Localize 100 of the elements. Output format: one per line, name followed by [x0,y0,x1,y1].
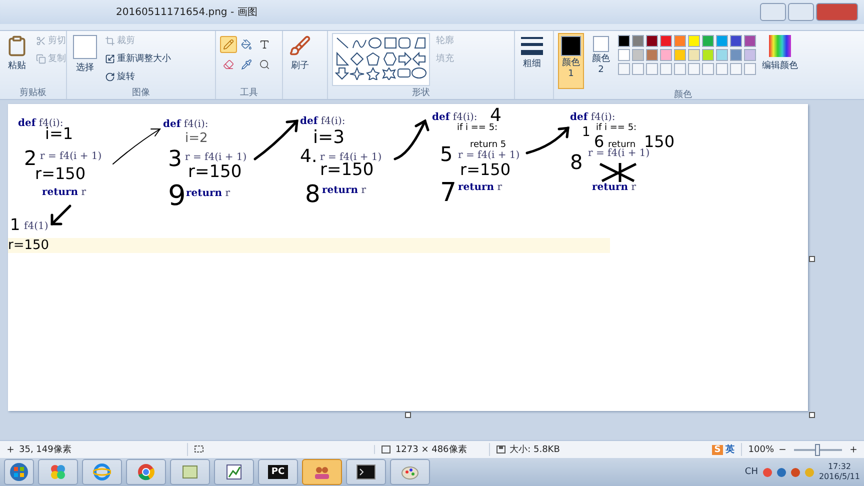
arrow-drawing [526,126,570,154]
rotate-button[interactable]: 旋转 [103,69,173,84]
arrow-drawing [50,204,72,226]
handwritten-note: r=150 [35,166,86,182]
code-text: r = f4(i + 1) [458,151,520,161]
handwritten-note: r=150 [8,239,50,252]
palette-swatch[interactable] [702,35,714,47]
handwritten-note: r=150 [320,162,374,179]
arrow-drawing [254,120,298,160]
clipboard-icon [6,35,28,57]
handwritten-note: 8 [305,182,320,206]
handwritten-note: 2 [24,148,37,168]
zoom-thumb[interactable] [815,444,820,456]
empty-swatch[interactable] [660,63,672,75]
resize-handle[interactable] [809,412,815,418]
copy-icon [36,54,46,64]
group-label: 形状 [411,87,431,99]
handwritten-note: 150 [644,134,675,150]
minimize-button[interactable] [760,3,786,21]
palette-swatch[interactable] [646,49,658,61]
code-text: f4(1) [24,222,48,232]
empty-swatch[interactable] [688,63,700,75]
palette-swatch[interactable] [660,49,672,61]
palette-swatch[interactable] [730,35,742,47]
pycharm-icon: PC [268,465,288,479]
close-button[interactable] [816,3,858,21]
select-button[interactable]: 选择 [71,33,99,76]
palette-swatch[interactable] [674,49,686,61]
handwritten-note: 8 [570,152,583,172]
palette-swatch[interactable] [646,35,658,47]
handwritten-note: 9 [168,182,186,210]
handwritten-note: 1 [10,217,20,233]
empty-swatch[interactable] [632,63,644,75]
color-slot-button[interactable]: 颜色 1 [558,33,584,89]
empty-swatch[interactable] [618,63,630,75]
empty-swatch[interactable] [730,63,742,75]
browser-e-icon [93,463,111,481]
palette-swatch[interactable] [744,35,756,47]
palette-swatch[interactable] [688,35,700,47]
color-slot-button[interactable]: 颜色 2 [588,33,614,89]
taskbar-button[interactable] [346,459,386,485]
handwritten-note: r=150 [460,162,511,178]
code-text: def f4(i): [300,117,346,127]
palette-swatch[interactable] [660,35,672,47]
palette-swatch[interactable] [632,35,644,47]
maximize-button[interactable] [788,3,814,21]
handwritten-note: i=1 [45,126,74,142]
resize-icon [105,54,115,64]
shape-gallery[interactable] [332,33,430,86]
image-dimensions: 1273 × 486像素 [395,444,467,456]
palette-swatch[interactable] [674,35,686,47]
group-label: 图像 [131,87,151,99]
size-button[interactable]: 粗细 [519,33,545,72]
magnifier-icon [259,59,270,70]
paste-button[interactable]: 粘贴 [4,33,30,74]
palette-swatch[interactable] [744,49,756,61]
typed-text: return 5 [470,141,506,150]
ime-logo: S [712,444,723,454]
line-weights-icon [521,35,543,55]
code-text: return r [42,188,86,198]
palette-swatch[interactable] [716,49,728,61]
resize-handle[interactable] [809,256,815,262]
empty-swatch[interactable] [674,63,686,75]
resize-button[interactable]: 重新调整大小 [103,51,173,66]
taskbar-button[interactable]: PC [258,459,298,485]
typed-text: if i == 5: [596,124,637,133]
zoom-in-button[interactable] [849,445,858,454]
code-text: def f4(i): [432,113,478,123]
empty-swatch[interactable] [702,63,714,75]
resize-handle[interactable] [405,412,411,418]
code-text: def f4(i): [18,119,64,129]
taskbar-button[interactable] [214,459,254,485]
eraser-icon [223,59,234,70]
code-text: return r [322,186,366,196]
empty-swatch[interactable] [744,63,756,75]
handwritten-note: 4 [490,107,502,125]
rotate-icon [105,72,115,82]
empty-swatch[interactable] [716,63,728,75]
palette-swatch[interactable] [618,49,630,61]
palette-swatch[interactable] [730,49,742,61]
language-indicator: CH [744,467,758,477]
empty-swatch[interactable] [646,63,658,75]
zoom-reading: 100% [748,444,774,454]
group-label: 剪贴板 [18,87,48,99]
clock-date: 2016/5/11 [818,472,860,482]
palette-swatch[interactable] [702,49,714,61]
text-tool-icon [259,39,270,50]
typed-text: if i == 5: [457,124,498,133]
brushes-button[interactable]: 刷子 [287,33,313,74]
palette-swatch[interactable] [618,35,630,47]
handwritten-note: 7 [440,180,457,206]
handwritten-note: i=3 [313,129,345,147]
palette-swatch[interactable] [716,35,728,47]
palette-swatch[interactable] [632,49,644,61]
edit-colors-button[interactable]: 编辑颜色 [760,33,800,74]
code-text: r = f4(i + 1) [185,153,247,163]
arrow-drawing [112,128,161,164]
palette-swatch[interactable] [688,49,700,61]
typed-text: return [608,141,636,150]
cursor-position-icon [6,445,15,454]
